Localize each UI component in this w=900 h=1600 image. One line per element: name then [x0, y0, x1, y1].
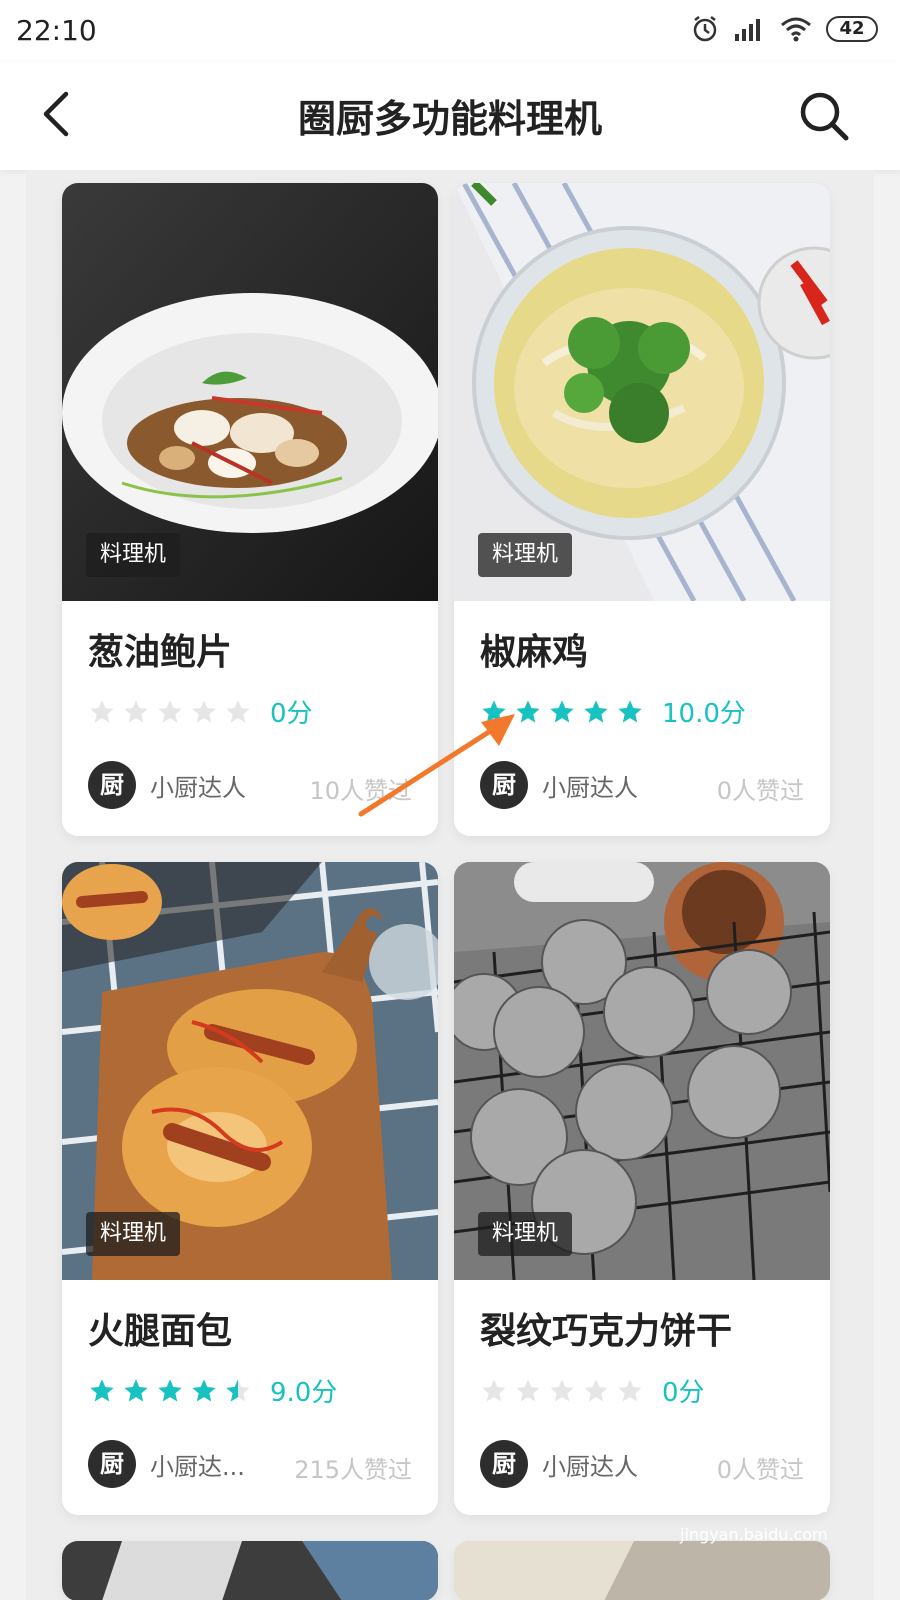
category-tag: 料理机 — [86, 533, 181, 577]
author[interactable]: 厨 小厨达... — [88, 1440, 245, 1488]
rating: 0分 — [88, 693, 313, 730]
category-tag: 料理机 — [86, 1212, 181, 1256]
app-bar: 圈厨多功能料理机 — [0, 62, 900, 170]
star-empty-icon — [124, 699, 148, 722]
star-empty-icon — [550, 1378, 574, 1401]
star-half-icon — [226, 1378, 250, 1401]
page-title: 圈厨多功能料理机 — [297, 97, 602, 141]
watermark-logo: Baidu经验 jingyan.baidu.com — [679, 1484, 828, 1544]
wifi-icon — [781, 17, 811, 42]
status-time: 22:10 — [16, 14, 97, 47]
star-filled-icon — [618, 699, 642, 722]
watermark-brand: Baidu经验 — [682, 1484, 828, 1517]
author-name: 小厨达人 — [542, 773, 638, 802]
star-empty-icon — [158, 699, 182, 722]
star-empty-icon — [226, 699, 250, 722]
star-empty-icon — [516, 1378, 540, 1401]
author[interactable]: 厨 小厨达人 — [480, 1440, 638, 1488]
star-empty-icon — [192, 699, 216, 722]
avatar: 厨 — [480, 1440, 528, 1488]
star-filled-icon — [158, 1378, 182, 1401]
recipe-card-partial[interactable] — [62, 1541, 438, 1600]
rating-score: 10.0分 — [662, 699, 746, 729]
recipe-title: 葱油鲍片 — [88, 632, 233, 673]
status-icons: 42 — [690, 14, 878, 44]
recipe-card[interactable]: 料理机 裂纹巧克力饼干 0分 厨 小厨达人 0人赞过 — [454, 862, 830, 1515]
star-empty-icon — [618, 1378, 642, 1401]
recipe-photo — [62, 1541, 438, 1600]
likes-count: 215人赞过 — [294, 1456, 412, 1484]
rating: 9.0分 — [88, 1372, 337, 1409]
recipe-title: 椒麻鸡 — [480, 632, 589, 673]
star-filled-icon — [550, 699, 574, 722]
star-empty-icon — [584, 1378, 608, 1401]
recipe-grid: 料理机 葱油鲍片 0分 厨 小厨达人 10人赞过 料理机 椒麻鸡 10.0分 厨… — [26, 170, 874, 1600]
star-empty-icon — [90, 699, 114, 722]
recipe-card[interactable]: 料理机 火腿面包 9.0分 厨 小厨达... 215人赞过 — [62, 862, 438, 1515]
rating-score: 9.0分 — [270, 1378, 338, 1408]
rating: 0分 — [480, 1372, 705, 1409]
avatar: 厨 — [88, 761, 136, 809]
category-tag: 料理机 — [478, 533, 573, 577]
author-name: 小厨达人 — [542, 1452, 638, 1481]
search-icon[interactable] — [794, 86, 854, 146]
rating-score: 0分 — [270, 699, 313, 729]
status-bar: 22:10 42 — [0, 0, 900, 62]
author-name: 小厨达人 — [150, 773, 246, 802]
recipe-title: 裂纹巧克力饼干 — [480, 1311, 733, 1352]
star-filled-icon — [192, 1378, 216, 1401]
recipe-title: 火腿面包 — [88, 1311, 233, 1352]
star-filled-icon — [124, 1378, 148, 1401]
rating-score: 0分 — [662, 1378, 705, 1408]
star-filled-icon — [90, 1378, 114, 1401]
watermark-url: jingyan.baidu.com — [679, 1525, 828, 1544]
battery-indicator: 42 — [826, 16, 878, 42]
author[interactable]: 厨 小厨达人 — [88, 761, 246, 809]
back-arrow-icon[interactable] — [28, 86, 84, 142]
likes-count: 0人赞过 — [716, 777, 804, 805]
signal-icon — [735, 19, 760, 41]
avatar: 厨 — [88, 1440, 136, 1488]
star-filled-icon — [584, 699, 608, 722]
star-empty-icon — [482, 1378, 506, 1401]
category-tag: 料理机 — [478, 1212, 573, 1256]
annotation-arrow-icon — [358, 714, 515, 817]
author-name: 小厨达... — [150, 1452, 245, 1481]
alarm-icon — [693, 16, 717, 42]
